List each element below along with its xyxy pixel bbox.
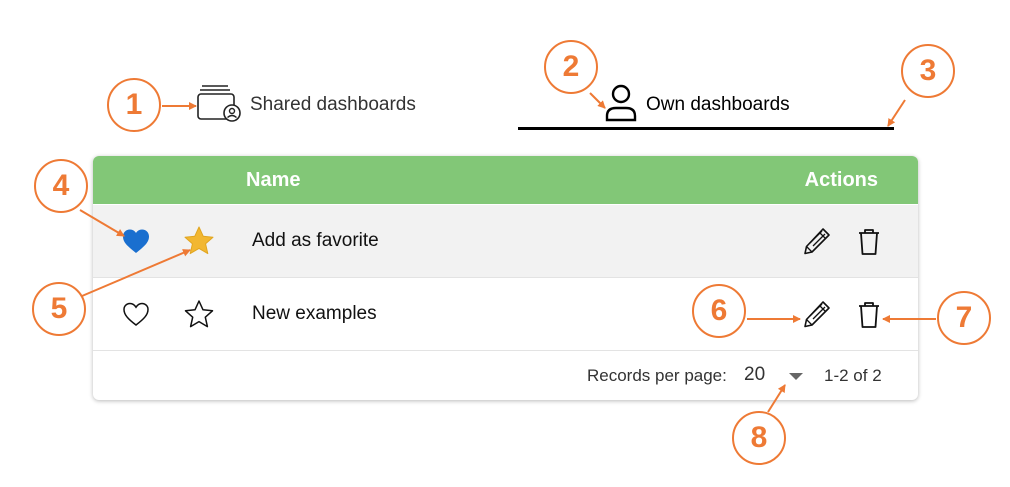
callout-2: 2 bbox=[544, 40, 598, 94]
callout-1: 1 bbox=[107, 78, 161, 132]
callout-4: 4 bbox=[34, 159, 88, 213]
callout-8: 8 bbox=[732, 411, 786, 465]
callout-arrows bbox=[79, 92, 936, 413]
callout-7: 7 bbox=[937, 291, 991, 345]
callout-3: 3 bbox=[901, 44, 955, 98]
callout-6: 6 bbox=[692, 284, 746, 338]
callout-5: 5 bbox=[32, 282, 86, 336]
